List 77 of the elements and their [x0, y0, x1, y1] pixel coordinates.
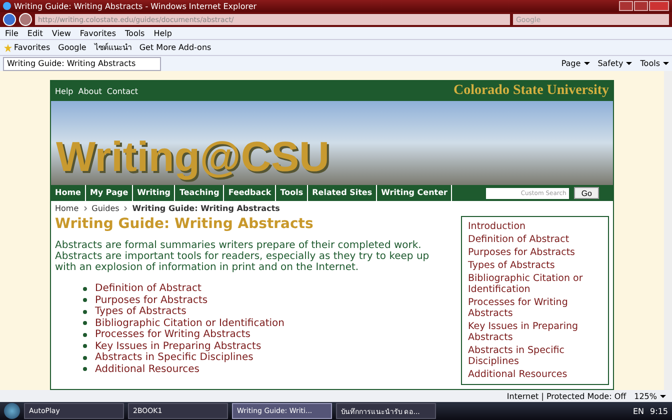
favorites-link[interactable]: Google — [58, 43, 86, 52]
top-link[interactable]: Contact — [106, 86, 138, 96]
topic-link[interactable]: Types of Abstracts — [95, 306, 186, 318]
top-link[interactable]: Help — [55, 86, 74, 96]
top-link[interactable]: About — [78, 86, 102, 96]
clock: 9:15 — [650, 406, 668, 416]
favorites-link[interactable]: Get More Add-ons — [139, 43, 212, 52]
browser-tab[interactable]: Writing Guide: Writing Abstracts — [3, 56, 161, 70]
favorites-link[interactable]: ไซต์แนะนำ — [94, 41, 132, 54]
intro-paragraph: Abstracts are formal summaries writers prepare of their completed work. Abstracts are important tools for readers, especially as they try to keep up with an explosion of information in print and on the Internet. — [55, 240, 430, 273]
nav-link[interactable]: Feedback — [224, 185, 276, 201]
chevron-icon — [84, 206, 87, 211]
maximize-button[interactable] — [634, 1, 648, 11]
sidebar-link[interactable]: Purposes for Abstracts — [468, 247, 602, 258]
nav-link[interactable]: My Page — [86, 185, 134, 201]
zone-status: Internet | Protected Mode: Off — [506, 392, 626, 400]
bullet-icon — [83, 321, 87, 326]
page-heading: Writing Guide: Writing Abstracts — [55, 216, 314, 232]
bullet-icon — [83, 310, 87, 314]
caret-icon — [584, 62, 590, 65]
go-button[interactable]: Go — [574, 187, 599, 199]
breadcrumb-item: Writing Guide: Writing Abstracts — [132, 204, 280, 213]
caret-icon — [660, 394, 666, 398]
topic-link[interactable]: Key Issues in Preparing Abstracts — [95, 340, 262, 352]
menu-item[interactable]: Tools — [125, 28, 145, 38]
command-menu[interactable]: Safety — [598, 59, 624, 68]
nav-link[interactable]: Related Sites — [308, 185, 378, 201]
bullet-icon — [83, 344, 87, 348]
sidebar-link[interactable]: Definition of Abstract — [468, 234, 602, 245]
topic-link[interactable]: Additional Resources — [95, 364, 200, 375]
sidebar-link[interactable]: Additional Resources — [468, 369, 602, 380]
university-logo[interactable]: Colorado State University — [453, 83, 609, 99]
topic-link[interactable]: Abstracts in Specific Disciplines — [95, 352, 254, 364]
window-title: Writing Guide: Writing Abstracts - Windows Internet Explorer — [14, 2, 257, 10]
caret-icon — [663, 62, 669, 65]
bullet-icon — [83, 332, 87, 337]
menu-item[interactable]: Edit — [27, 28, 43, 38]
menu-item[interactable]: View — [52, 28, 71, 38]
back-button[interactable] — [3, 13, 16, 26]
start-button[interactable] — [4, 403, 20, 419]
caret-icon — [626, 62, 632, 65]
chevron-icon — [124, 206, 128, 211]
sidebar-link[interactable]: Key Issues in Preparing Abstracts — [468, 321, 602, 343]
bullet-icon — [83, 298, 87, 302]
topic-link[interactable]: Purposes for Abstracts — [95, 294, 208, 306]
breadcrumb-item[interactable]: Guides — [92, 204, 120, 213]
nav-link[interactable]: Home — [51, 185, 86, 201]
sidebar-link[interactable]: Processes for Writing Abstracts — [468, 297, 602, 319]
language-indicator[interactable]: EN — [632, 406, 644, 416]
forward-button[interactable] — [19, 13, 32, 26]
sidebar-link[interactable]: Types of Abstracts — [468, 260, 602, 271]
topic-link[interactable]: Bibliographic Citation or Identification — [95, 318, 285, 329]
bullet-icon — [83, 286, 87, 291]
command-menu[interactable]: Tools — [640, 59, 660, 68]
favorites-button[interactable]: Favorites — [14, 43, 50, 52]
topic-link[interactable]: Definition of Abstract — [95, 283, 202, 294]
menu-item[interactable]: Help — [154, 28, 172, 38]
zoom-control[interactable]: 125% — [634, 392, 657, 400]
bullet-icon — [83, 356, 87, 360]
site-title: Writing@CSU — [56, 133, 330, 181]
scrollbar[interactable] — [664, 71, 672, 390]
nav-link[interactable]: Writing Center — [377, 185, 452, 201]
sidebar-link[interactable]: Bibliographic Citation or Identification — [468, 273, 602, 295]
sidebar-link[interactable]: Abstracts in Specific Disciplines — [468, 345, 602, 367]
nav-link[interactable]: Writing — [133, 185, 176, 201]
close-button[interactable] — [649, 1, 669, 11]
sidebar-link[interactable]: Introduction — [468, 221, 602, 232]
topic-link[interactable]: Processes for Writing Abstracts — [95, 329, 250, 340]
nav-link[interactable]: Tools — [276, 185, 308, 201]
star-icon — [4, 44, 12, 52]
command-menu[interactable]: Page — [561, 59, 581, 68]
nav-link[interactable]: Teaching — [175, 185, 224, 201]
menu-item[interactable]: Favorites — [80, 28, 116, 38]
minimize-button[interactable] — [619, 1, 633, 11]
menu-item[interactable]: File — [5, 28, 18, 38]
breadcrumb-item[interactable]: Home — [55, 204, 79, 213]
bullet-icon — [83, 367, 87, 372]
